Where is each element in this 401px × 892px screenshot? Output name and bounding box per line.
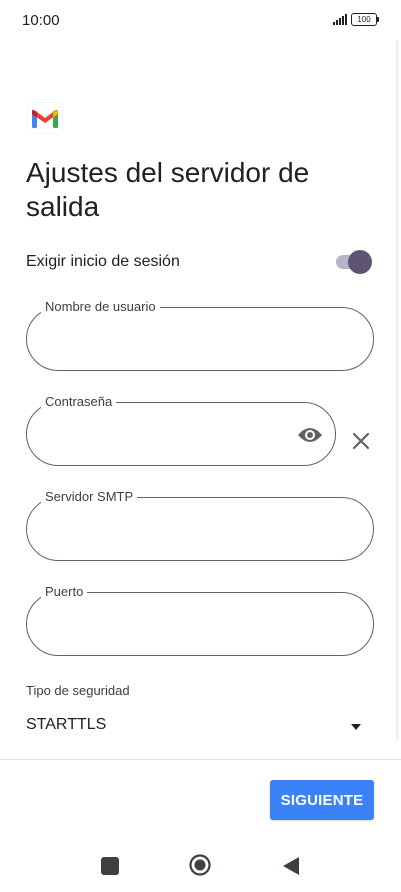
username-input[interactable]: [45, 328, 305, 352]
username-field[interactable]: Nombre de usuario: [26, 299, 374, 371]
status-time: 10:00: [22, 12, 60, 29]
back-icon[interactable]: [282, 856, 300, 876]
smtp-server-field[interactable]: Servidor SMTP: [26, 489, 374, 561]
battery-icon: 100: [351, 13, 379, 26]
port-input[interactable]: [45, 613, 305, 637]
port-field[interactable]: Puerto: [26, 584, 374, 656]
show-password-eye-icon[interactable]: [297, 423, 323, 447]
require-signin-row: Exigir inicio de sesión: [26, 248, 372, 276]
status-icons: 100: [333, 13, 379, 26]
password-label: Contraseña: [41, 394, 117, 410]
security-type-dropdown[interactable]: STARTTLS: [26, 710, 372, 740]
signal-icon: [333, 14, 347, 25]
clear-password-close-icon[interactable]: [350, 430, 372, 452]
scrollbar[interactable]: [396, 40, 399, 740]
status-bar: 10:00 100: [0, 0, 401, 44]
username-label: Nombre de usuario: [41, 299, 160, 315]
recent-apps-icon[interactable]: [101, 857, 119, 875]
smtp-server-label: Servidor SMTP: [41, 489, 138, 505]
password-input[interactable]: [45, 423, 275, 447]
dropdown-arrow-icon: [350, 718, 362, 730]
password-field[interactable]: Contraseña: [26, 394, 336, 466]
security-type-value: STARTTLS: [26, 716, 107, 733]
security-type-label: Tipo de seguridad: [26, 683, 130, 698]
port-label: Puerto: [41, 584, 88, 600]
footer-divider: [0, 759, 401, 760]
gmail-logo-icon: [28, 103, 62, 133]
toggle-knob: [348, 250, 372, 274]
smtp-server-input[interactable]: [45, 518, 305, 542]
next-button[interactable]: SIGUIENTE: [270, 780, 374, 820]
system-nav-bar: [0, 840, 401, 892]
home-icon[interactable]: [189, 854, 211, 876]
page-title: Ajustes del servidor de salida: [26, 157, 310, 222]
require-signin-label: Exigir inicio de sesión: [26, 253, 180, 270]
require-signin-toggle[interactable]: [332, 248, 372, 276]
